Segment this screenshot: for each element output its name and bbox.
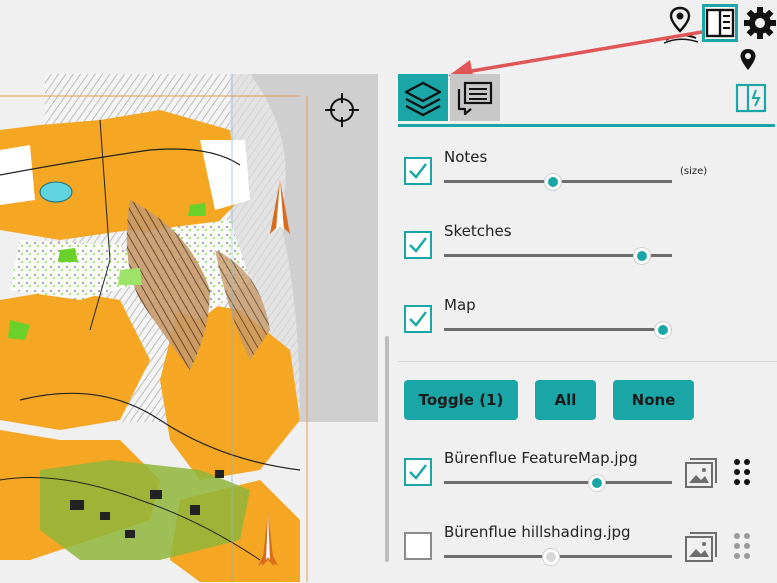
map-opacity-slider[interactable]	[444, 322, 672, 338]
layers-panel: Notes (size) Sketches Map Toggle (1) All…	[398, 74, 777, 582]
featuremap-checkbox[interactable]	[404, 458, 432, 486]
notes-opacity-slider[interactable]	[444, 174, 672, 190]
image-settings-icon[interactable]	[683, 455, 719, 491]
all-button[interactable]: All	[535, 380, 596, 420]
map-pin-icon	[740, 49, 756, 70]
drag-handle-icon[interactable]	[732, 457, 752, 487]
layer-row-map: Map	[398, 296, 777, 356]
tab-notes[interactable]	[450, 74, 500, 121]
settings-button[interactable]	[742, 4, 777, 42]
hillshading-checkbox[interactable]	[404, 532, 432, 560]
map-checkbox[interactable]	[404, 305, 432, 333]
none-button[interactable]: None	[613, 380, 694, 420]
image-settings-icon[interactable]	[683, 529, 719, 565]
image-row-hillshading: Bürenflue hillshading.jpg	[398, 523, 777, 583]
hillshading-label: Bürenflue hillshading.jpg	[444, 523, 631, 541]
featuremap-label: Bürenflue FeatureMap.jpg	[444, 449, 638, 467]
sketches-label: Sketches	[444, 222, 512, 240]
panel-tabbar	[398, 74, 775, 127]
map-pin-button[interactable]	[738, 48, 758, 72]
panel-divider	[398, 361, 777, 362]
map-view[interactable]	[0, 0, 385, 582]
sketches-opacity-slider[interactable]	[444, 248, 672, 264]
toggle-button[interactable]: Toggle (1)	[404, 380, 518, 420]
check-icon	[409, 163, 427, 179]
tab-layers[interactable]	[398, 74, 448, 121]
notes-label: Notes	[444, 148, 488, 166]
hillshading-opacity-slider[interactable]	[444, 549, 672, 565]
map-label: Map	[444, 296, 476, 314]
notes-checkbox[interactable]	[404, 157, 432, 185]
locate-crosshair-icon[interactable]	[322, 90, 362, 130]
panel-expand-button[interactable]	[734, 80, 768, 116]
check-icon	[409, 311, 427, 327]
layer-row-notes: Notes (size)	[398, 148, 777, 208]
gear-icon	[744, 7, 776, 39]
sketches-checkbox[interactable]	[404, 231, 432, 259]
drag-handle-icon[interactable]	[732, 531, 752, 561]
featuremap-opacity-slider[interactable]	[444, 475, 672, 491]
layer-row-sketches: Sketches	[398, 222, 777, 282]
panel-splitter[interactable]	[385, 336, 389, 562]
check-icon	[409, 464, 427, 480]
chat-icon	[457, 81, 493, 116]
image-row-featuremap: Bürenflue FeatureMap.jpg	[398, 449, 777, 509]
layers-icon	[404, 81, 442, 117]
panel-expand-icon	[735, 83, 767, 113]
notes-size-label: (size)	[680, 166, 708, 177]
check-icon	[409, 237, 427, 253]
orienteering-map[interactable]	[0, 0, 385, 582]
